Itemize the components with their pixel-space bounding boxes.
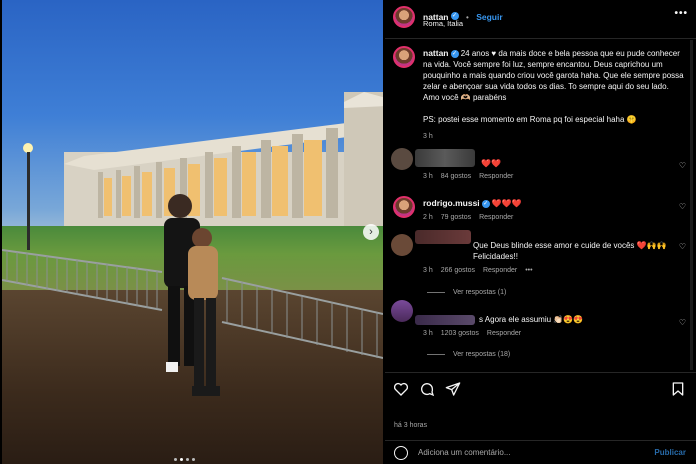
caption-time: 3 h [423,133,433,140]
blurred-username [415,149,475,167]
couple-figure [164,194,220,396]
comment-time: 3 h [423,330,433,337]
like-comment-icon[interactable]: ♡ [679,242,686,251]
commenter-avatar[interactable] [391,148,413,170]
like-comment-icon[interactable]: ♡ [679,318,686,327]
share-icon[interactable] [445,381,461,397]
bookmark-icon[interactable] [670,381,686,397]
post-details-panel: nattan ✓ • Seguir Roma, Italia ••• nattan… [385,0,696,464]
comments-scrollbar[interactable] [690,40,693,370]
reply-button[interactable]: Responder [487,330,521,337]
comment-text: ❤️❤️❤️ [491,199,522,208]
comment-time: 2 h [423,214,433,221]
emoji-icon[interactable] [394,446,408,460]
view-replies-button[interactable]: Ver respostas (18) [427,351,510,358]
comment-text: ❤️❤️ [481,159,501,168]
comment-likes[interactable]: 79 gostos [441,214,471,221]
comment-likes[interactable]: 1203 gostos [441,330,479,337]
verified-badge-icon: ✓ [450,49,459,58]
post-location[interactable]: Roma, Italia [423,19,463,28]
post-timestamp: há 3 horas [394,422,428,429]
comment-text: Que Deus blinde esse amor e cuide de voc… [473,241,667,261]
post-viewer: › nattan ✓ • Seguir Roma, Italia ••• natt… [0,0,696,464]
like-comment-icon[interactable]: ♡ [679,202,686,211]
comment-time: 3 h [423,267,433,274]
comment-likes[interactable]: 84 gostos [441,173,471,180]
commenter-avatar[interactable] [391,234,413,256]
comment-icon[interactable] [419,381,435,397]
reply-button[interactable]: Responder [479,214,513,221]
comment-more-icon[interactable]: ••• [525,267,532,274]
caption-username[interactable]: nattan [423,48,449,58]
view-replies-button[interactable]: Ver respostas (1) [427,289,506,296]
post-photo[interactable]: › [2,0,383,464]
carousel-dots [174,458,195,461]
caption-avatar[interactable] [393,46,415,68]
comment-likes[interactable]: 266 gostos [441,267,475,274]
dot-separator: • [465,13,469,22]
post-actions-bar [385,372,696,407]
caption-text: 24 anos ♥ da mais doce e bela pessoa que… [423,49,684,102]
comment-input[interactable]: Adiciona um comentário... [418,448,511,457]
reply-button[interactable]: Responder [483,267,517,274]
street-lamp [23,143,33,250]
post-caption: nattan ✓ 24 anos ♥ da mais doce e bela pe… [423,48,685,125]
publish-button[interactable]: Publicar [654,448,686,457]
author-avatar[interactable] [393,6,415,28]
caption-ps: PS: postei esse momento em Roma pq foi e… [423,115,637,124]
add-comment-bar: Adiciona um comentário... Publicar [385,440,696,465]
commenter-username[interactable]: rodrigo.mussi [423,198,480,208]
blurred-username [415,230,471,244]
verified-badge-icon: ✓ [481,199,490,208]
commenter-avatar[interactable] [393,196,415,218]
more-options-icon[interactable]: ••• [674,8,688,19]
heart-icon[interactable] [393,381,409,397]
commenter-avatar[interactable] [391,300,413,322]
like-comment-icon[interactable]: ♡ [679,161,686,170]
comment-text: s Agora ele assumiu 👏🏻😍😍 [479,315,584,324]
post-header: nattan ✓ • Seguir Roma, Italia ••• [385,0,696,39]
blurred-username [415,315,475,325]
reply-button[interactable]: Responder [479,173,513,180]
follow-button[interactable]: Seguir [476,12,502,22]
next-photo-button[interactable]: › [363,224,379,240]
comment-time: 3 h [423,173,433,180]
